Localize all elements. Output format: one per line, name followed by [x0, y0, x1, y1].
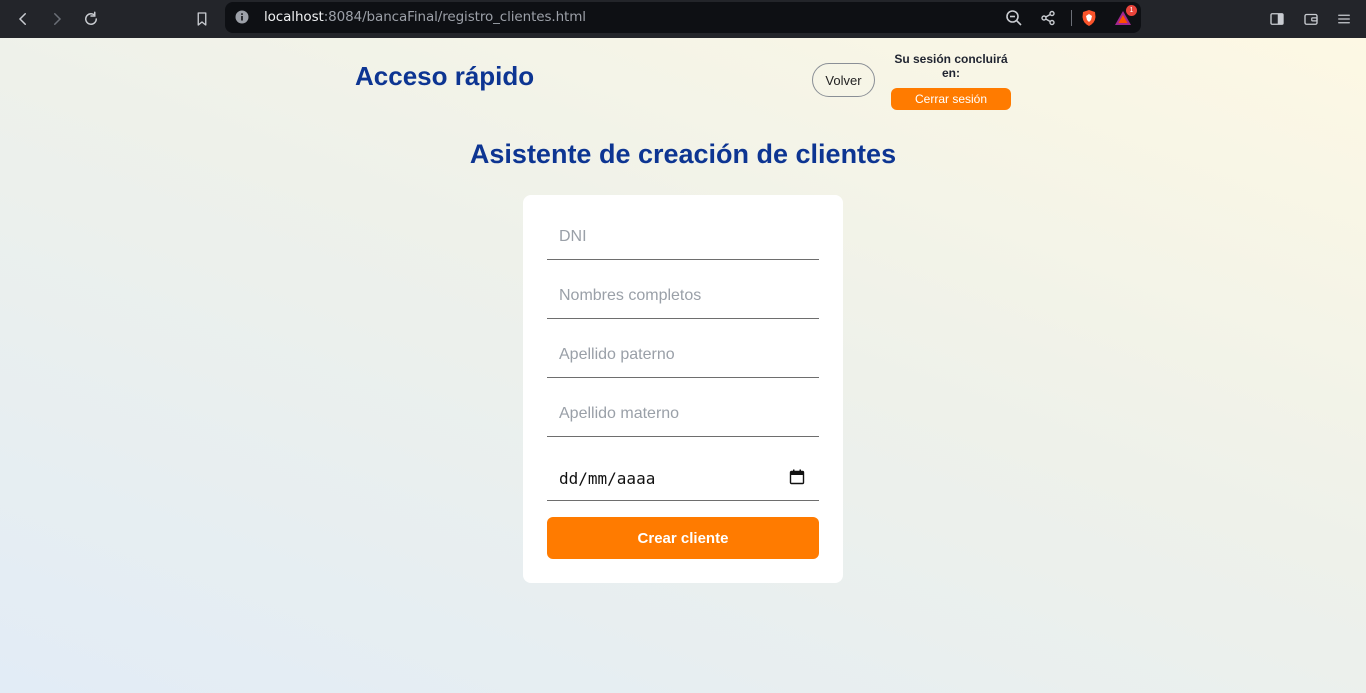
url-text[interactable]: localhost:8084/bancaFinal/registro_clien…: [264, 9, 586, 25]
sidebar-icon[interactable]: [1265, 7, 1289, 31]
site-info-icon[interactable]: [235, 10, 249, 24]
birth-date-input[interactable]: dd/mm/aaaa: [547, 457, 819, 501]
dni-input[interactable]: [547, 215, 819, 260]
page-content: Acceso rápido Volver Su sesión concluirá…: [0, 38, 1366, 693]
url-host: localhost: [264, 9, 324, 25]
session-timer-text: Su sesión concluirá en:: [894, 52, 1008, 80]
menu-icon[interactable]: [1332, 7, 1356, 31]
back-button[interactable]: Volver: [812, 63, 875, 97]
reload-icon[interactable]: [79, 7, 103, 31]
page-title: Asistente de creación de clientes: [469, 139, 897, 169]
url-path: :8084/bancaFinal/registro_clientes.html: [323, 9, 586, 25]
address-bar[interactable]: localhost:8084/bancaFinal/registro_clien…: [225, 2, 1141, 33]
zoom-icon[interactable]: [1004, 8, 1024, 28]
back-icon[interactable]: [11, 7, 35, 31]
brand-title: Acceso rápido: [355, 61, 535, 91]
logout-button[interactable]: Cerrar sesión: [891, 88, 1011, 110]
create-client-button[interactable]: Crear cliente: [547, 517, 819, 559]
maternal-surname-input[interactable]: [547, 392, 819, 437]
address-bar-divider: [1071, 10, 1072, 26]
browser-toolbar: localhost:8084/bancaFinal/registro_clien…: [0, 0, 1366, 38]
forward-icon[interactable]: [45, 7, 69, 31]
calendar-icon[interactable]: [789, 469, 805, 485]
wallet-icon[interactable]: [1299, 7, 1323, 31]
bookmark-icon[interactable]: [190, 7, 214, 31]
paternal-surname-input[interactable]: [547, 333, 819, 378]
full-names-input[interactable]: [547, 274, 819, 319]
client-form-card: dd/mm/aaaa Crear cliente: [523, 195, 843, 583]
share-icon[interactable]: [1038, 8, 1058, 28]
date-placeholder: dd/mm/aaaa: [559, 469, 656, 488]
brave-shield-icon[interactable]: [1079, 8, 1099, 28]
rewards-badge: 1: [1126, 5, 1137, 16]
